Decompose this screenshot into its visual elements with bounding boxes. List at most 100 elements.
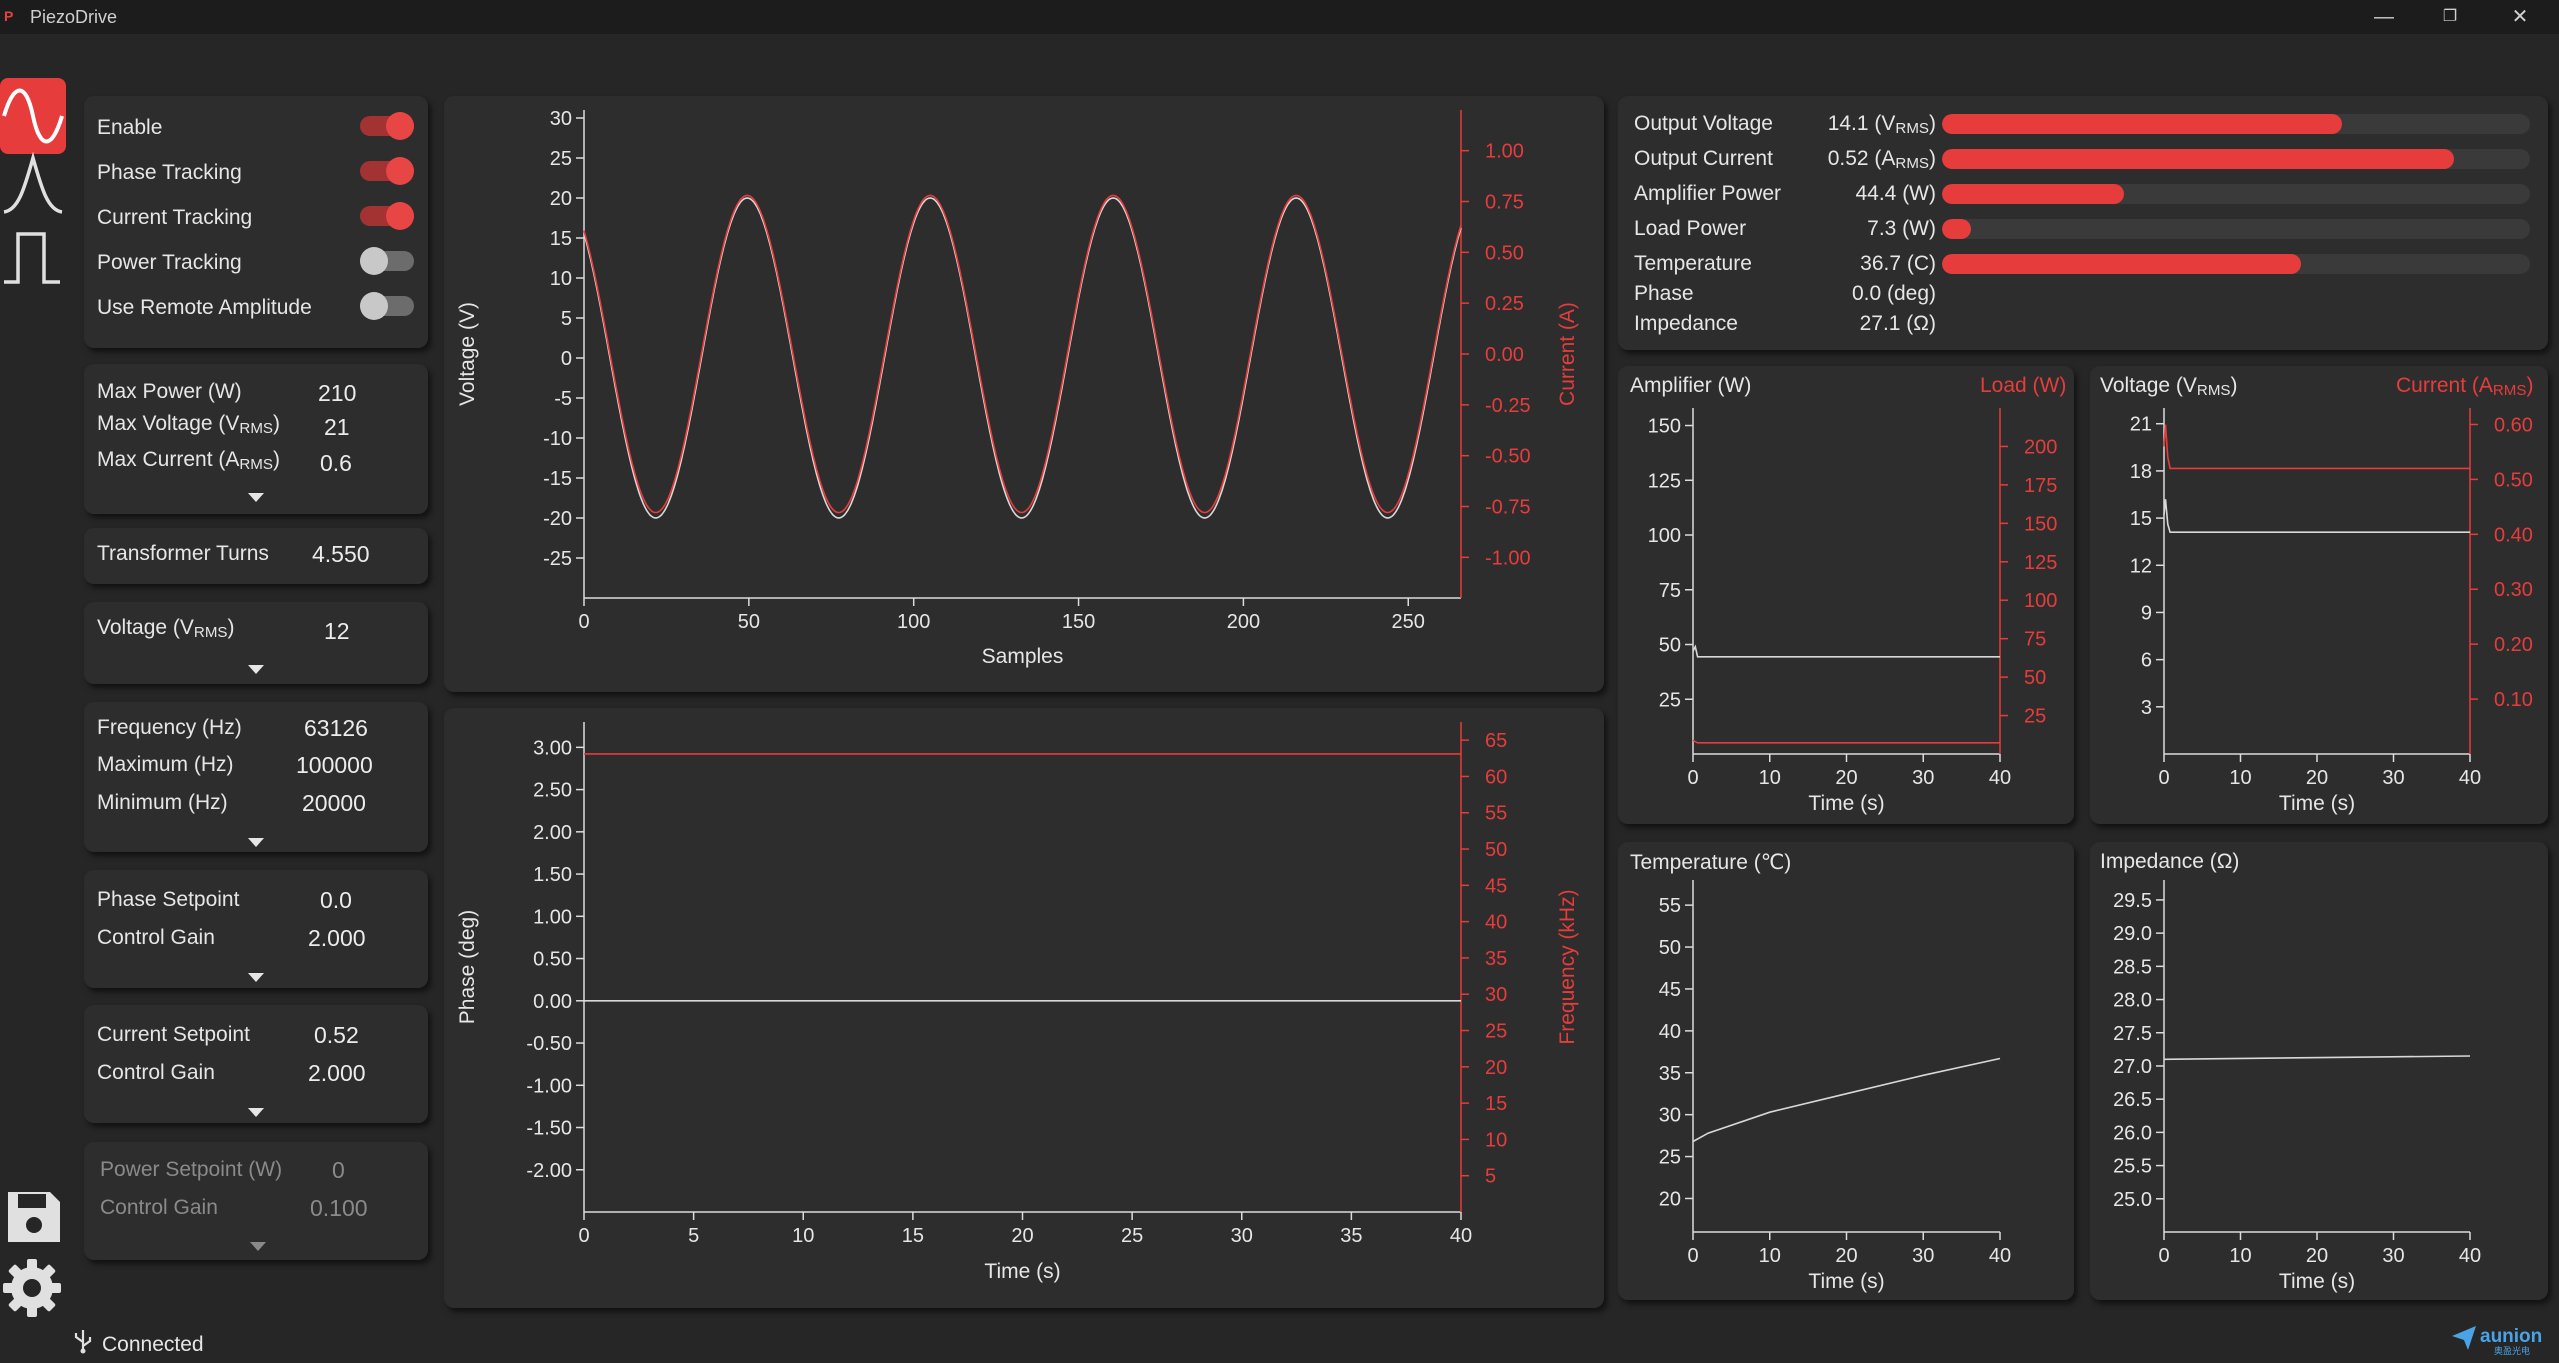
x-tick-label: 20 — [2306, 767, 2328, 789]
y2-axis-label: Frequency (kHz) — [1556, 889, 1579, 1044]
x-tick-label: 30 — [2382, 767, 2404, 789]
x-tick-label: 0 — [1687, 767, 1698, 789]
y2-tick-label: -0.50 — [1485, 446, 1531, 468]
x-axis-label: Time (s) — [1808, 792, 1884, 815]
y-tick-label: -20 — [543, 508, 572, 530]
y2-tick-label: -0.75 — [1485, 497, 1531, 519]
x-tick-label: 30 — [1231, 1225, 1253, 1247]
brand-name: aunion — [2480, 1326, 2542, 1347]
y2-tick-label: 175 — [2024, 475, 2057, 497]
y2-tick-label: 10 — [1485, 1129, 1507, 1151]
y-tick-label: 28.5 — [2113, 956, 2152, 978]
connection-status: Connected — [102, 1333, 204, 1356]
y-tick-label: -5 — [554, 388, 572, 410]
y-tick-label: 3.00 — [533, 737, 572, 759]
x-tick-label: 0 — [578, 611, 589, 633]
y-tick-label: 25.5 — [2113, 1156, 2152, 1178]
x-tick-label: 20 — [1011, 1225, 1033, 1247]
y-tick-label: 75 — [1659, 580, 1681, 602]
y-tick-label: 20 — [1659, 1188, 1681, 1210]
x-tick-label: 20 — [1835, 767, 1857, 789]
y2-tick-label: 65 — [1485, 730, 1507, 752]
series-line — [1692, 644, 2000, 658]
y-tick-label: -15 — [543, 468, 572, 490]
y-tick-label: 1.50 — [533, 864, 572, 886]
brand-sub: 奥盈光电 — [2494, 1345, 2530, 1356]
y-tick-label: 45 — [1659, 979, 1681, 1001]
y2-tick-label: 1.00 — [1485, 141, 1524, 163]
y2-tick-label: 0.40 — [2494, 524, 2533, 546]
y-tick-label: 0.50 — [533, 949, 572, 971]
y2-tick-label: 50 — [2024, 667, 2046, 689]
y-tick-label: 2.50 — [533, 780, 572, 802]
series-line — [1692, 1057, 2001, 1143]
y2-tick-label: 30 — [1485, 984, 1507, 1006]
y2-tick-label: 0.60 — [2494, 414, 2533, 436]
x-tick-label: 150 — [1062, 611, 1095, 633]
x-tick-label: 15 — [902, 1225, 924, 1247]
y-tick-label: 25 — [550, 148, 572, 170]
y-tick-label: 21 — [2130, 414, 2152, 436]
x-tick-label: 0 — [2158, 767, 2169, 789]
x-axis-label: Time (s) — [1808, 1270, 1884, 1293]
series-line — [583, 194, 1462, 514]
x-tick-label: 250 — [1392, 611, 1425, 633]
y-tick-label: 10 — [550, 268, 572, 290]
x-tick-label: 40 — [2459, 767, 2481, 789]
y-tick-label: -25 — [543, 548, 572, 570]
y2-tick-label: 0.25 — [1485, 293, 1524, 315]
y2-tick-label: 55 — [1485, 803, 1507, 825]
y-tick-label: 150 — [1648, 416, 1681, 438]
y2-tick-label: 0.50 — [2494, 469, 2533, 491]
y-tick-label: -1.00 — [526, 1075, 572, 1097]
y-tick-label: 6 — [2141, 650, 2152, 672]
x-tick-label: 0 — [2158, 1245, 2169, 1267]
y-tick-label: 27.0 — [2113, 1056, 2152, 1078]
x-tick-label: 10 — [2229, 1245, 2251, 1267]
x-axis-label: Time (s) — [984, 1260, 1060, 1283]
x-tick-label: 100 — [897, 611, 930, 633]
y2-tick-label: 35 — [1485, 948, 1507, 970]
x-tick-label: 40 — [1450, 1225, 1472, 1247]
y-tick-label: 50 — [1659, 937, 1681, 959]
x-tick-label: 50 — [738, 611, 760, 633]
y2-tick-label: 25 — [2024, 706, 2046, 728]
series-line — [2163, 424, 2470, 470]
x-tick-label: 10 — [2229, 767, 2251, 789]
y-tick-label: 100 — [1648, 525, 1681, 547]
x-tick-label: 30 — [1912, 767, 1934, 789]
y-tick-label: -2.00 — [526, 1160, 572, 1182]
series-line — [2163, 499, 2470, 534]
y-tick-label: 15 — [550, 228, 572, 250]
x-tick-label: 40 — [1989, 1245, 2011, 1267]
status-bar — [0, 1323, 2559, 1363]
y2-tick-label: 60 — [1485, 766, 1507, 788]
y-tick-label: 26.5 — [2113, 1089, 2152, 1111]
y-tick-label: 26.0 — [2113, 1122, 2152, 1144]
y2-tick-label: 75 — [2024, 629, 2046, 651]
y-axis-label: Phase (deg) — [456, 910, 479, 1024]
x-tick-label: 30 — [2382, 1245, 2404, 1267]
x-tick-label: 20 — [2306, 1245, 2328, 1267]
x-tick-label: 5 — [688, 1225, 699, 1247]
y2-tick-label: 40 — [1485, 912, 1507, 934]
y-tick-label: 125 — [1648, 470, 1681, 492]
y-tick-label: 29.5 — [2113, 890, 2152, 912]
y2-tick-label: 0.50 — [1485, 242, 1524, 264]
y-axis-label: Voltage (V) — [456, 302, 479, 406]
x-tick-label: 0 — [1687, 1245, 1698, 1267]
y2-tick-label: 5 — [1485, 1166, 1496, 1188]
usb-icon — [74, 1330, 92, 1354]
y-tick-label: 2.00 — [533, 822, 572, 844]
series-line — [1692, 739, 2000, 744]
series-line — [2163, 1055, 2471, 1061]
y-tick-label: 40 — [1659, 1021, 1681, 1043]
y-tick-label: 20 — [550, 188, 572, 210]
y-tick-label: 0 — [561, 348, 572, 370]
y2-axis-label: Current (A) — [1556, 302, 1579, 406]
x-tick-label: 40 — [2459, 1245, 2481, 1267]
y-tick-label: 30 — [550, 108, 572, 130]
y2-tick-label: 200 — [2024, 436, 2057, 458]
x-tick-label: 35 — [1340, 1225, 1362, 1247]
y-tick-label: -1.50 — [526, 1118, 572, 1140]
